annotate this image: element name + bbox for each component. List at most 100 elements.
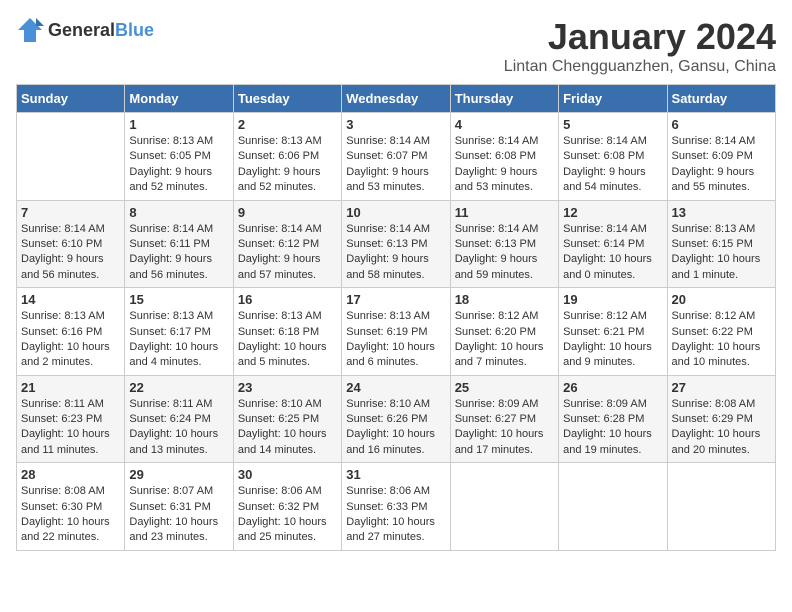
day-info: Sunrise: 8:13 AMSunset: 6:06 PMDaylight:… xyxy=(238,134,337,196)
day-number: 13 xyxy=(672,205,771,220)
calendar-cell: 14Sunrise: 8:13 AMSunset: 6:16 PMDayligh… xyxy=(17,288,125,376)
calendar-cell: 3 Sunrise: 8:14 AMSunset: 6:07 PMDaylight… xyxy=(342,113,450,201)
day-info: Sunrise: 8:08 AMSunset: 6:29 PMDaylight:… xyxy=(672,397,771,459)
day-number: 18 xyxy=(455,292,554,307)
day-number: 24 xyxy=(346,380,445,395)
logo: GeneralBlue xyxy=(16,16,154,44)
calendar-cell: 19 Sunrise: 8:12 AMSunset: 6:21 PMDayligh… xyxy=(559,288,667,376)
calendar-cell: 23 Sunrise: 8:10 AMSunset: 6:25 PMDayligh… xyxy=(233,375,341,463)
day-number: 8 xyxy=(129,205,228,220)
day-info: Sunrise: 8:06 AMSunset: 6:32 PMDaylight:… xyxy=(238,484,337,546)
day-number: 7 xyxy=(21,205,120,220)
day-info: Sunrise: 8:10 AMSunset: 6:25 PMDaylight:… xyxy=(238,397,337,459)
calendar-cell: 1Sunrise: 8:13 AMSunset: 6:05 PMDaylight… xyxy=(125,113,233,201)
calendar-cell: 21 Sunrise: 8:11 AMSunset: 6:23 PMDayligh… xyxy=(17,375,125,463)
day-number: 11 xyxy=(455,205,554,220)
calendar-cell: 26 Sunrise: 8:09 AMSunset: 6:28 PMDayligh… xyxy=(559,375,667,463)
day-info: Sunrise: 8:14 AMSunset: 6:13 PMDaylight:… xyxy=(455,222,554,284)
day-info: Sunrise: 8:06 AMSunset: 6:33 PMDaylight:… xyxy=(346,484,445,546)
week-row-3: 14Sunrise: 8:13 AMSunset: 6:16 PMDayligh… xyxy=(17,288,776,376)
column-header-sunday: Sunday xyxy=(17,85,125,113)
calendar-cell: 10Sunrise: 8:14 AMSunset: 6:13 PMDayligh… xyxy=(342,200,450,288)
day-info: Sunrise: 8:12 AMSunset: 6:20 PMDaylight:… xyxy=(455,309,554,371)
day-info: Sunrise: 8:11 AMSunset: 6:23 PMDaylight:… xyxy=(21,397,120,459)
day-number: 20 xyxy=(672,292,771,307)
calendar-cell: 29Sunrise: 8:07 AMSunset: 6:31 PMDayligh… xyxy=(125,463,233,551)
day-number: 21 xyxy=(21,380,120,395)
column-header-tuesday: Tuesday xyxy=(233,85,341,113)
day-info: Sunrise: 8:12 AMSunset: 6:22 PMDaylight:… xyxy=(672,309,771,371)
calendar-cell xyxy=(17,113,125,201)
day-number: 16 xyxy=(238,292,337,307)
calendar-cell: 11 Sunrise: 8:14 AMSunset: 6:13 PMDayligh… xyxy=(450,200,558,288)
day-number: 28 xyxy=(21,467,120,482)
day-number: 15 xyxy=(129,292,228,307)
column-header-thursday: Thursday xyxy=(450,85,558,113)
day-number: 10 xyxy=(346,205,445,220)
day-number: 12 xyxy=(563,205,662,220)
day-number: 14 xyxy=(21,292,120,307)
calendar-cell: 25 Sunrise: 8:09 AMSunset: 6:27 PMDayligh… xyxy=(450,375,558,463)
day-number: 6 xyxy=(672,117,771,132)
day-info: Sunrise: 8:14 AMSunset: 6:10 PMDaylight:… xyxy=(21,222,120,284)
logo-general-text: General xyxy=(48,20,115,40)
calendar-cell: 8 Sunrise: 8:14 AMSunset: 6:11 PMDaylight… xyxy=(125,200,233,288)
calendar-table: SundayMondayTuesdayWednesdayThursdayFrid… xyxy=(16,84,776,551)
day-number: 31 xyxy=(346,467,445,482)
day-info: Sunrise: 8:10 AMSunset: 6:26 PMDaylight:… xyxy=(346,397,445,459)
calendar-cell: 18 Sunrise: 8:12 AMSunset: 6:20 PMDayligh… xyxy=(450,288,558,376)
title-section: January 2024 Lintan Chengguanzhen, Gansu… xyxy=(504,16,776,76)
day-info: Sunrise: 8:12 AMSunset: 6:21 PMDaylight:… xyxy=(563,309,662,371)
day-info: Sunrise: 8:14 AMSunset: 6:07 PMDaylight:… xyxy=(346,134,445,196)
calendar-cell xyxy=(559,463,667,551)
day-number: 25 xyxy=(455,380,554,395)
calendar-cell: 17 Sunrise: 8:13 AMSunset: 6:19 PMDayligh… xyxy=(342,288,450,376)
day-info: Sunrise: 8:14 AMSunset: 6:08 PMDaylight:… xyxy=(455,134,554,196)
day-info: Sunrise: 8:13 AMSunset: 6:18 PMDaylight:… xyxy=(238,309,337,371)
calendar-cell: 28 Sunrise: 8:08 AMSunset: 6:30 PMDayligh… xyxy=(17,463,125,551)
day-info: Sunrise: 8:09 AMSunset: 6:27 PMDaylight:… xyxy=(455,397,554,459)
day-number: 5 xyxy=(563,117,662,132)
day-number: 27 xyxy=(672,380,771,395)
day-number: 19 xyxy=(563,292,662,307)
day-info: Sunrise: 8:14 AMSunset: 6:14 PMDaylight:… xyxy=(563,222,662,284)
day-info: Sunrise: 8:14 AMSunset: 6:08 PMDaylight:… xyxy=(563,134,662,196)
day-info: Sunrise: 8:09 AMSunset: 6:28 PMDaylight:… xyxy=(563,397,662,459)
day-info: Sunrise: 8:13 AMSunset: 6:17 PMDaylight:… xyxy=(129,309,228,371)
week-row-1: 1Sunrise: 8:13 AMSunset: 6:05 PMDaylight… xyxy=(17,113,776,201)
day-info: Sunrise: 8:13 AMSunset: 6:15 PMDaylight:… xyxy=(672,222,771,284)
calendar-cell: 20 Sunrise: 8:12 AMSunset: 6:22 PMDayligh… xyxy=(667,288,775,376)
calendar-cell: 24 Sunrise: 8:10 AMSunset: 6:26 PMDayligh… xyxy=(342,375,450,463)
calendar-cell: 4Sunrise: 8:14 AMSunset: 6:08 PMDaylight… xyxy=(450,113,558,201)
day-number: 26 xyxy=(563,380,662,395)
day-info: Sunrise: 8:13 AMSunset: 6:05 PMDaylight:… xyxy=(129,134,228,196)
day-info: Sunrise: 8:11 AMSunset: 6:24 PMDaylight:… xyxy=(129,397,228,459)
calendar-cell: 27 Sunrise: 8:08 AMSunset: 6:29 PMDayligh… xyxy=(667,375,775,463)
calendar-cell: 6Sunrise: 8:14 AMSunset: 6:09 PMDaylight… xyxy=(667,113,775,201)
day-number: 3 xyxy=(346,117,445,132)
column-header-saturday: Saturday xyxy=(667,85,775,113)
main-title: January 2024 xyxy=(504,16,776,58)
day-info: Sunrise: 8:07 AMSunset: 6:31 PMDaylight:… xyxy=(129,484,228,546)
calendar-cell: 22Sunrise: 8:11 AMSunset: 6:24 PMDayligh… xyxy=(125,375,233,463)
logo-blue-text: Blue xyxy=(115,20,154,40)
logo-icon xyxy=(16,16,44,44)
day-info: Sunrise: 8:08 AMSunset: 6:30 PMDaylight:… xyxy=(21,484,120,546)
page-header: GeneralBlue January 2024 Lintan Chenggua… xyxy=(16,16,776,76)
day-number: 30 xyxy=(238,467,337,482)
calendar-cell xyxy=(450,463,558,551)
day-number: 2 xyxy=(238,117,337,132)
week-row-2: 7 Sunrise: 8:14 AMSunset: 6:10 PMDaylight… xyxy=(17,200,776,288)
day-number: 23 xyxy=(238,380,337,395)
day-info: Sunrise: 8:13 AMSunset: 6:19 PMDaylight:… xyxy=(346,309,445,371)
calendar-cell: 31 Sunrise: 8:06 AMSunset: 6:33 PMDayligh… xyxy=(342,463,450,551)
subtitle: Lintan Chengguanzhen, Gansu, China xyxy=(504,58,776,76)
week-row-5: 28 Sunrise: 8:08 AMSunset: 6:30 PMDayligh… xyxy=(17,463,776,551)
day-info: Sunrise: 8:14 AMSunset: 6:12 PMDaylight:… xyxy=(238,222,337,284)
calendar-cell xyxy=(667,463,775,551)
day-info: Sunrise: 8:14 AMSunset: 6:11 PMDaylight:… xyxy=(129,222,228,284)
calendar-cell: 15 Sunrise: 8:13 AMSunset: 6:17 PMDayligh… xyxy=(125,288,233,376)
column-header-wednesday: Wednesday xyxy=(342,85,450,113)
header-row: SundayMondayTuesdayWednesdayThursdayFrid… xyxy=(17,85,776,113)
day-number: 17 xyxy=(346,292,445,307)
